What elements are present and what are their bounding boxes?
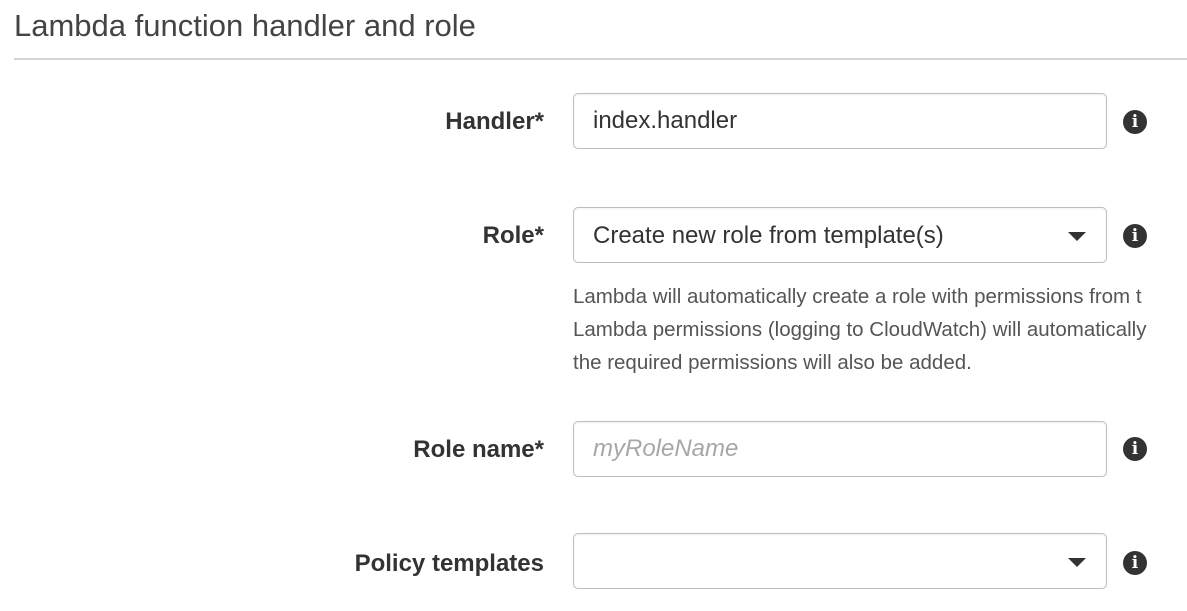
role-name-input[interactable] — [575, 423, 1075, 475]
role-help-line: Lambda permissions (logging to CloudWatc… — [573, 318, 1147, 341]
handler-input[interactable] — [575, 95, 1075, 147]
role-selected-value: Create new role from template(s) — [593, 222, 944, 249]
role-help-text: Lambda will automatically create a role … — [573, 280, 1187, 379]
policy-templates-select[interactable] — [573, 533, 1107, 589]
role-label: Role* — [482, 222, 544, 249]
info-icon[interactable]: i — [1123, 551, 1147, 575]
handler-label: Handler* — [445, 108, 544, 135]
role-help-line: the required permissions will also be ad… — [573, 351, 972, 374]
section-divider — [14, 58, 1187, 60]
lambda-handler-role-section: Lambda function handler and role Handler… — [0, 0, 1187, 611]
chevron-down-icon — [1068, 558, 1086, 567]
policy-templates-label: Policy templates — [354, 550, 544, 577]
info-icon[interactable]: i — [1123, 224, 1147, 248]
role-name-field[interactable] — [573, 421, 1107, 477]
chevron-down-icon — [1068, 232, 1086, 241]
info-icon[interactable]: i — [1123, 110, 1147, 134]
section-title: Lambda function handler and role — [14, 8, 476, 43]
role-name-label: Role name* — [413, 436, 544, 463]
role-help-line: Lambda will automatically create a role … — [573, 285, 1142, 308]
role-select[interactable]: Create new role from template(s) — [573, 207, 1107, 263]
handler-field[interactable] — [573, 93, 1107, 149]
info-icon[interactable]: i — [1123, 437, 1147, 461]
